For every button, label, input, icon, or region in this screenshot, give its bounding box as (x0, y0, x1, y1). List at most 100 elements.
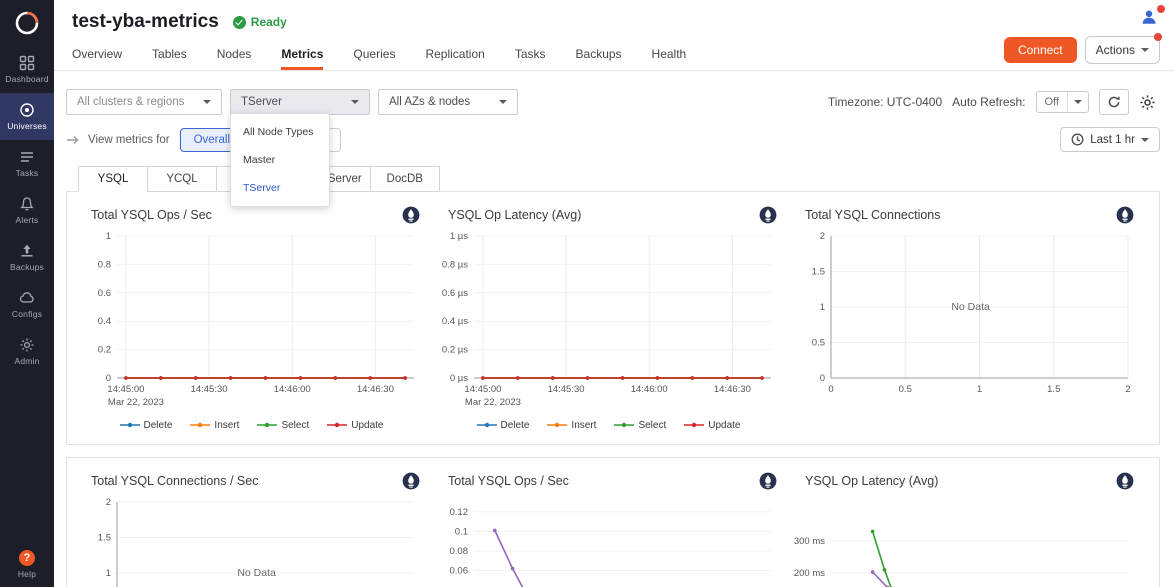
page-title: test-yba-metrics (72, 11, 219, 33)
auto-refresh-toggle[interactable]: Off (1036, 91, 1089, 113)
dashboard-icon (19, 55, 35, 71)
node-type-menu: All Node TypesMasterTServer (230, 113, 330, 207)
prometheus-icon[interactable] (402, 206, 420, 224)
chart-title: Total YSQL Connections / Sec (91, 474, 258, 488)
refresh-button[interactable] (1099, 89, 1129, 115)
chart-title: YSQL Op Latency (Avg) (805, 474, 938, 488)
tasks-icon (19, 149, 35, 165)
sidebar-item-universes[interactable]: Universes (0, 93, 54, 140)
svg-text:0.08: 0.08 (450, 546, 469, 557)
sidebar-item-configs[interactable]: Configs (0, 281, 54, 328)
prometheus-icon[interactable] (759, 206, 777, 224)
legend-label: Select (638, 420, 666, 431)
az-nodes-dropdown[interactable]: All AZs & nodes (378, 89, 518, 115)
tab-nodes[interactable]: Nodes (217, 47, 252, 70)
connect-button[interactable]: Connect (1004, 37, 1077, 63)
prometheus-icon[interactable] (402, 472, 420, 490)
tab-backups[interactable]: Backups (576, 47, 622, 70)
legend-label: Insert (571, 420, 596, 431)
tab-overview[interactable]: Overview (72, 47, 122, 70)
legend-item-insert[interactable]: Insert (547, 418, 596, 432)
yugabyte-logo[interactable] (0, 0, 54, 46)
app-window: Dashboard Universes Tasks Alerts Backups Conf… (0, 0, 1174, 587)
tab-health[interactable]: Health (652, 47, 687, 70)
legend-item-delete[interactable]: Delete (477, 418, 530, 432)
menu-item-tserver[interactable]: TServer (231, 174, 329, 202)
metric-tab-ycql[interactable]: YCQL (147, 166, 217, 192)
legend-item-select[interactable]: Select (257, 418, 309, 432)
svg-text:1: 1 (820, 302, 825, 313)
svg-text:2: 2 (820, 231, 825, 242)
svg-text:0.06: 0.06 (450, 566, 469, 577)
svg-text:14:46:30: 14:46:30 (714, 384, 751, 395)
node-type-dropdown[interactable]: TServer (230, 89, 370, 115)
sidebar-item-help[interactable]: ? Help (0, 543, 54, 585)
legend-item-update[interactable]: Update (327, 418, 383, 432)
clock-icon (1071, 133, 1084, 146)
svg-text:2: 2 (106, 497, 111, 508)
sidebar-item-backups[interactable]: Backups (0, 234, 54, 281)
sidebar-item-label: Backups (10, 262, 44, 272)
legend-item-update[interactable]: Update (684, 418, 740, 432)
sidebar-item-tasks[interactable]: Tasks (0, 140, 54, 187)
sidebar-item-label: Dashboard (5, 74, 48, 84)
chart-plot: 0 µs0.2 µs0.4 µs0.6 µs0.8 µs1 µs14:45:00… (436, 228, 781, 416)
user-avatar[interactable] (1140, 8, 1158, 31)
chart-total-ysql-connections-sec: Total YSQL Connections / Sec00.511.52No … (79, 470, 424, 587)
tab-tasks[interactable]: Tasks (515, 47, 546, 70)
charts-panel-row-1: Total YSQL Ops / Sec00.20.40.60.8114:45:… (66, 191, 1160, 445)
chevron-down-icon (1074, 100, 1082, 104)
svg-text:14:46:30: 14:46:30 (357, 384, 394, 395)
sidebar-item-label: Tasks (16, 168, 39, 178)
menu-item-all-node-types[interactable]: All Node Types (231, 118, 329, 146)
menu-item-master[interactable]: Master (231, 146, 329, 174)
svg-text:Mar 22, 2023: Mar 22, 2023 (465, 397, 521, 408)
settings-gear-icon[interactable] (1139, 94, 1156, 111)
prometheus-icon[interactable] (1116, 472, 1134, 490)
metric-tab-docdb[interactable]: DocDB (370, 166, 440, 192)
sidebar-item-label: Admin (14, 356, 39, 366)
sidebar-item-alerts[interactable]: Alerts (0, 187, 54, 234)
svg-text:0.8: 0.8 (98, 259, 111, 270)
arrow-right-icon (66, 135, 80, 145)
legend-item-insert[interactable]: Insert (190, 418, 239, 432)
sidebar-item-admin[interactable]: Admin (0, 328, 54, 375)
actions-label: Actions (1096, 43, 1135, 57)
prometheus-icon[interactable] (759, 472, 777, 490)
legend-item-delete[interactable]: Delete (120, 418, 173, 432)
sidebar-item-label: Universes (7, 121, 47, 131)
refresh-icon (1107, 95, 1121, 109)
time-range-button[interactable]: Last 1 hr (1060, 127, 1160, 152)
gear-icon (1139, 94, 1156, 111)
tab-queries[interactable]: Queries (353, 47, 395, 70)
svg-text:0.1: 0.1 (455, 526, 468, 537)
timezone-label: Timezone: UTC-0400 (828, 95, 942, 109)
status-badge: Ready (233, 15, 287, 29)
chevron-down-icon (499, 100, 507, 104)
topbar: test-yba-metrics Ready (54, 0, 1174, 40)
chart-total-ysql-ops-sec: Total YSQL Ops / Sec0.060.080.10.12 (436, 470, 781, 587)
svg-text:0.4 µs: 0.4 µs (442, 316, 468, 327)
prometheus-icon[interactable] (1116, 206, 1134, 224)
chart-plot: 00.511.5200.511.52No Data (793, 228, 1138, 416)
charts-panel-row-2: Total YSQL Connections / Sec00.511.52No … (66, 457, 1160, 587)
sidebar-item-dashboard[interactable]: Dashboard (0, 46, 54, 93)
sidebar-item-label: Configs (12, 309, 42, 319)
tab-metrics[interactable]: Metrics (281, 47, 323, 70)
tab-replication[interactable]: Replication (425, 47, 484, 70)
legend-item-select[interactable]: Select (614, 418, 666, 432)
svg-text:No Data: No Data (237, 567, 276, 579)
nav-actions: Connect Actions (1004, 36, 1160, 64)
metric-tab-ysql[interactable]: YSQL (78, 166, 148, 192)
actions-button[interactable]: Actions (1085, 36, 1160, 64)
tab-tables[interactable]: Tables (152, 47, 187, 70)
legend-label: Delete (144, 420, 173, 431)
svg-text:1: 1 (106, 231, 111, 242)
auto-refresh-label: Auto Refresh: (952, 95, 1025, 109)
status-text: Ready (251, 15, 287, 29)
chart-plot: 200 ms300 ms (793, 494, 1138, 587)
chart-legend: Delete Insert Select Update (79, 418, 424, 432)
clusters-regions-value: All clusters & regions (77, 96, 184, 108)
clusters-regions-dropdown[interactable]: All clusters & regions (66, 89, 222, 115)
view-metrics-label: View metrics for (88, 134, 170, 146)
